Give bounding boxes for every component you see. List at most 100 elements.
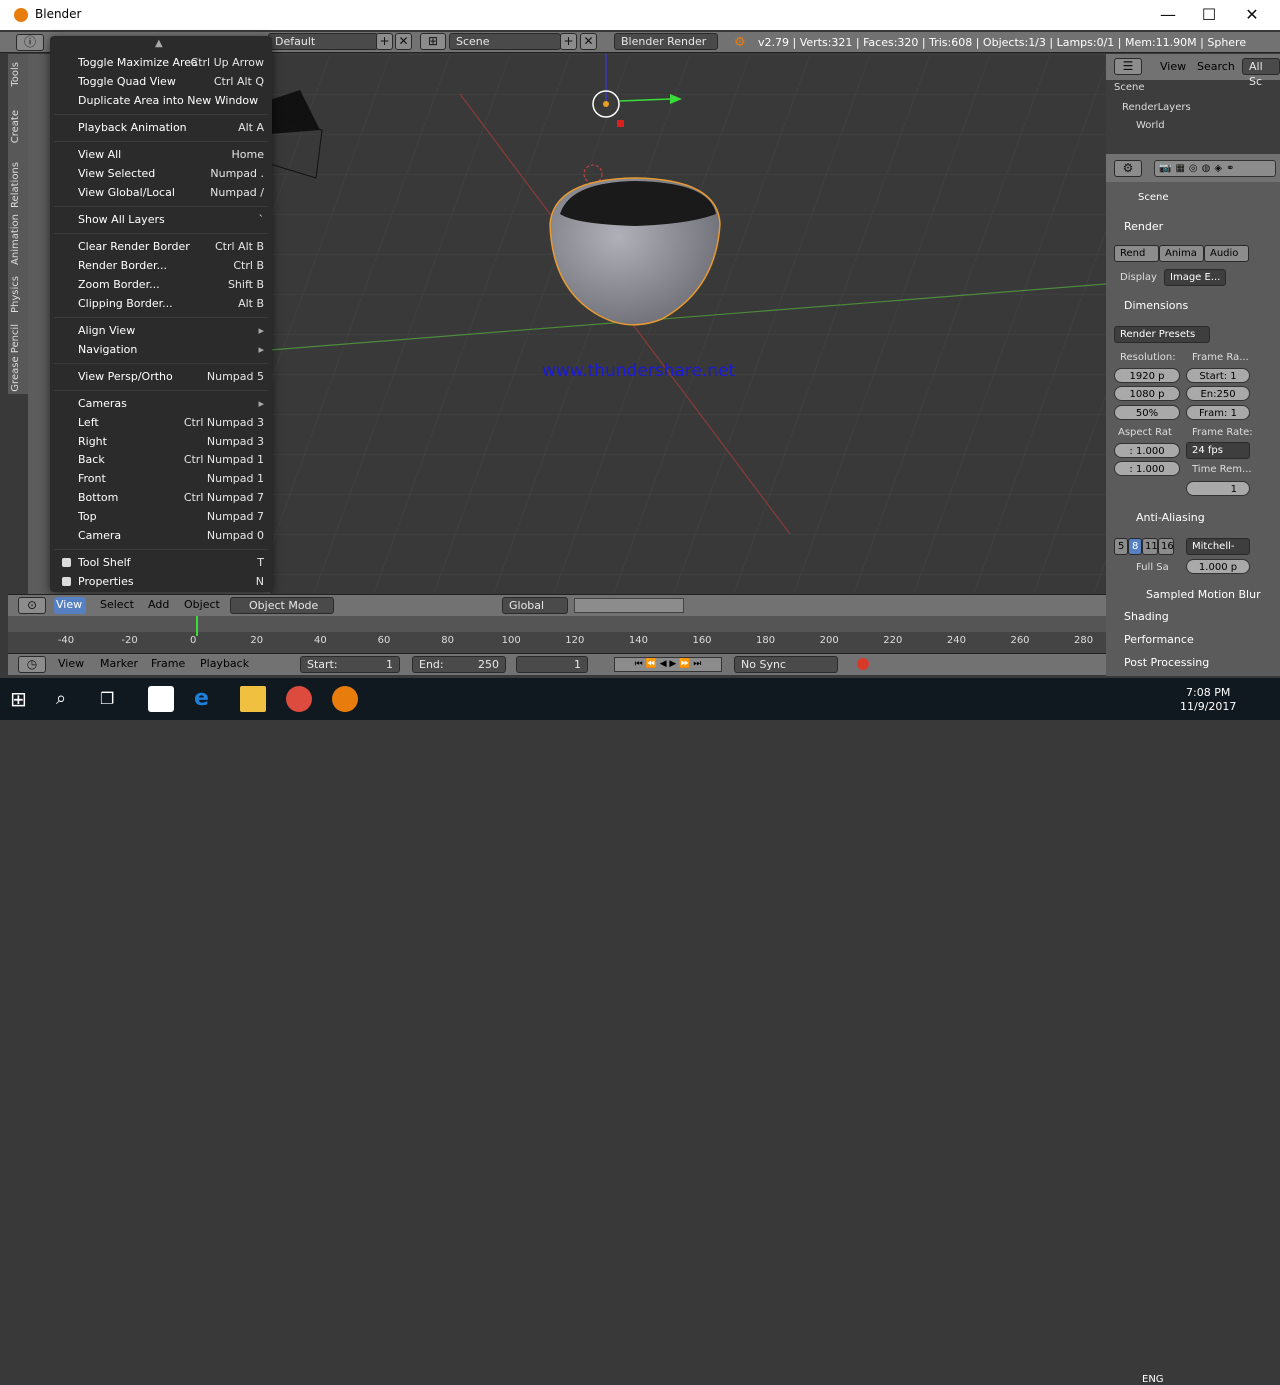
res-percent-field[interactable]: 50% xyxy=(1114,405,1180,420)
menu-item-cameras[interactable]: Cameras ▸ xyxy=(78,395,264,413)
display-select[interactable]: Image E... xyxy=(1164,269,1226,286)
tl-view-menu[interactable]: View xyxy=(58,657,84,670)
menu-item-navigation[interactable]: Navigation ▸ xyxy=(78,341,264,359)
task-view-icon[interactable]: ❐ xyxy=(100,686,126,712)
remove-screen-icon[interactable]: ✕ xyxy=(395,33,412,50)
playback-controls[interactable]: ⏮ ⏪ ◀ ▶ ⏩ ⏭ xyxy=(614,657,722,672)
scene-field[interactable]: Scene xyxy=(449,33,561,50)
aa-8[interactable]: 8 xyxy=(1128,538,1142,555)
tl-marker-menu[interactable]: Marker xyxy=(100,657,138,670)
search-icon[interactable]: ⌕ xyxy=(56,686,82,712)
post-processing-panel-header[interactable]: Post Processing xyxy=(1124,656,1209,669)
frame-start-field[interactable]: Start: 1 xyxy=(1186,368,1250,383)
screen-layout-field[interactable]: Default xyxy=(268,33,378,50)
res-y-field[interactable]: 1080 p xyxy=(1114,386,1180,401)
menu-item-back[interactable]: Back Ctrl Numpad 1 xyxy=(78,451,264,469)
outliner-item-renderlayers[interactable]: RenderLayers xyxy=(1122,102,1191,113)
menu-item-align-view[interactable]: Align View ▸ xyxy=(78,322,264,340)
editor-type-3d-icon[interactable]: ⊙ xyxy=(18,597,46,614)
aspect-y-field[interactable]: : 1.000 xyxy=(1114,461,1180,476)
menu-item-view-persp-ortho[interactable]: View Persp/Ortho Numpad 5 xyxy=(78,368,264,386)
menu-item-zoom-border[interactable]: Zoom Border... Shift B xyxy=(78,276,264,294)
current-frame-field[interactable]: 1 xyxy=(516,656,588,673)
outliner-view-menu[interactable]: View xyxy=(1160,60,1186,73)
blender-taskbar-icon[interactable] xyxy=(332,686,358,712)
menu-item-top[interactable]: Top Numpad 7 xyxy=(78,508,264,526)
taskbar-clock[interactable]: 7:08 PM 11/9/2017 xyxy=(1180,686,1236,714)
menu-item-properties[interactable]: Properties N xyxy=(62,573,264,591)
audio-tab[interactable]: Audio xyxy=(1204,245,1249,262)
tab-relations[interactable]: Relations xyxy=(10,162,21,208)
outliner-item-world[interactable]: World xyxy=(1136,120,1165,131)
language-indicator[interactable]: ENG xyxy=(1142,1374,1164,1385)
aa-5[interactable]: 5 xyxy=(1114,538,1128,555)
outliner-display-mode[interactable]: All Sc xyxy=(1242,58,1280,88)
menu-item-playback-animation[interactable]: Playback Animation Alt A xyxy=(78,119,264,137)
windows-start-icon[interactable]: ⊞ xyxy=(10,686,36,712)
tl-playback-menu[interactable]: Playback xyxy=(200,657,249,670)
aspect-x-field[interactable]: : 1.000 xyxy=(1114,443,1180,458)
tl-frame-menu[interactable]: Frame xyxy=(151,657,185,670)
res-x-field[interactable]: 1920 p xyxy=(1114,368,1180,383)
fps-select[interactable]: 24 fps xyxy=(1186,442,1250,459)
dimensions-panel-header[interactable]: Dimensions xyxy=(1124,299,1188,312)
sampled-motion-header[interactable]: Sampled Motion Blur xyxy=(1146,588,1261,601)
end-frame-field[interactable]: End: 250 xyxy=(412,656,506,673)
menu-item-left[interactable]: Left Ctrl Numpad 3 xyxy=(78,414,264,432)
view-menu-button[interactable]: View xyxy=(56,598,82,611)
menu-item-camera[interactable]: Camera Numpad 0 xyxy=(78,527,264,545)
frame-step-field[interactable]: Fram: 1 xyxy=(1186,405,1250,420)
layer-buttons[interactable] xyxy=(574,598,684,613)
minimize-button[interactable]: — xyxy=(1148,2,1188,28)
outliner-item-scene[interactable]: Scene xyxy=(1114,82,1145,93)
properties-context-tabs[interactable]: 📷▦◎◍◈⚭ xyxy=(1154,160,1276,177)
filter-size-field[interactable]: 1.000 p xyxy=(1186,559,1250,574)
performance-panel-header[interactable]: Performance xyxy=(1124,633,1194,646)
menu-item-tool-shelf[interactable]: Tool Shelf T xyxy=(62,554,264,572)
current-frame-indicator[interactable] xyxy=(196,616,198,636)
add-screen-icon[interactable]: + xyxy=(376,33,393,50)
file-explorer-icon[interactable] xyxy=(240,686,266,712)
menu-item-toggle-maximize-area[interactable]: Toggle Maximize Area Ctrl Up Arrow xyxy=(78,54,264,72)
object-mode-select[interactable]: Object Mode xyxy=(230,597,334,614)
object-menu-button[interactable]: Object xyxy=(184,598,220,611)
tab-tools[interactable]: Tools xyxy=(10,62,21,87)
record-icon[interactable] xyxy=(857,658,869,670)
aa-16[interactable]: 16 xyxy=(1158,538,1174,555)
menu-scroll-up-icon[interactable]: ▲ xyxy=(155,38,163,49)
menu-item-bottom[interactable]: Bottom Ctrl Numpad 7 xyxy=(78,489,264,507)
editor-type-info-icon[interactable]: ⓘ xyxy=(16,34,44,51)
tab-create[interactable]: Create xyxy=(10,110,21,143)
menu-item-clipping-border[interactable]: Clipping Border... Alt B xyxy=(78,295,264,313)
frame-end-field[interactable]: En:250 xyxy=(1186,386,1250,401)
menu-item-view-global-local[interactable]: View Global/Local Numpad / xyxy=(78,184,264,202)
anti-aliasing-panel-header[interactable]: Anti-Aliasing xyxy=(1136,511,1205,524)
editor-type-timeline-icon[interactable]: ◷ xyxy=(18,656,46,673)
menu-item-render-border[interactable]: Render Border... Ctrl B xyxy=(78,257,264,275)
start-frame-field[interactable]: Start: 1 xyxy=(300,656,400,673)
menu-item-duplicate-area-into-new-window[interactable]: Duplicate Area into New Window xyxy=(78,92,264,110)
remove-scene-icon[interactable]: ✕ xyxy=(580,33,597,50)
edge-browser-icon[interactable]: e xyxy=(194,686,220,712)
time-remap-field[interactable]: 1 xyxy=(1186,481,1250,496)
shading-panel-header[interactable]: Shading xyxy=(1124,610,1169,623)
menu-item-right[interactable]: Right Numpad 3 xyxy=(78,433,264,451)
render-panel-header[interactable]: Render xyxy=(1124,220,1163,233)
editor-type-properties-icon[interactable]: ⚙ xyxy=(1114,160,1142,177)
tab-grease-pencil[interactable]: Grease Pencil xyxy=(10,324,21,392)
maximize-button[interactable]: ☐ xyxy=(1189,2,1229,28)
menu-item-view-selected[interactable]: View Selected Numpad . xyxy=(78,165,264,183)
scene-icon[interactable]: ⊞ xyxy=(420,33,446,50)
menu-item-front[interactable]: Front Numpad 1 xyxy=(78,470,264,488)
animation-tab[interactable]: Anima xyxy=(1159,245,1204,262)
menu-item-show-all-layers[interactable]: Show All Layers ` xyxy=(78,211,264,229)
store-icon[interactable] xyxy=(148,686,174,712)
render-presets-select[interactable]: Render Presets xyxy=(1114,326,1210,343)
close-button[interactable]: ✕ xyxy=(1232,2,1272,28)
aa-filter-select[interactable]: Mitchell- xyxy=(1186,538,1250,555)
menu-item-view-all[interactable]: View All Home xyxy=(78,146,264,164)
tab-physics[interactable]: Physics xyxy=(10,276,21,313)
tab-animation[interactable]: Animation xyxy=(10,214,21,265)
render-engine-select[interactable]: Blender Render xyxy=(614,33,718,50)
outliner-search-menu[interactable]: Search xyxy=(1197,60,1235,73)
